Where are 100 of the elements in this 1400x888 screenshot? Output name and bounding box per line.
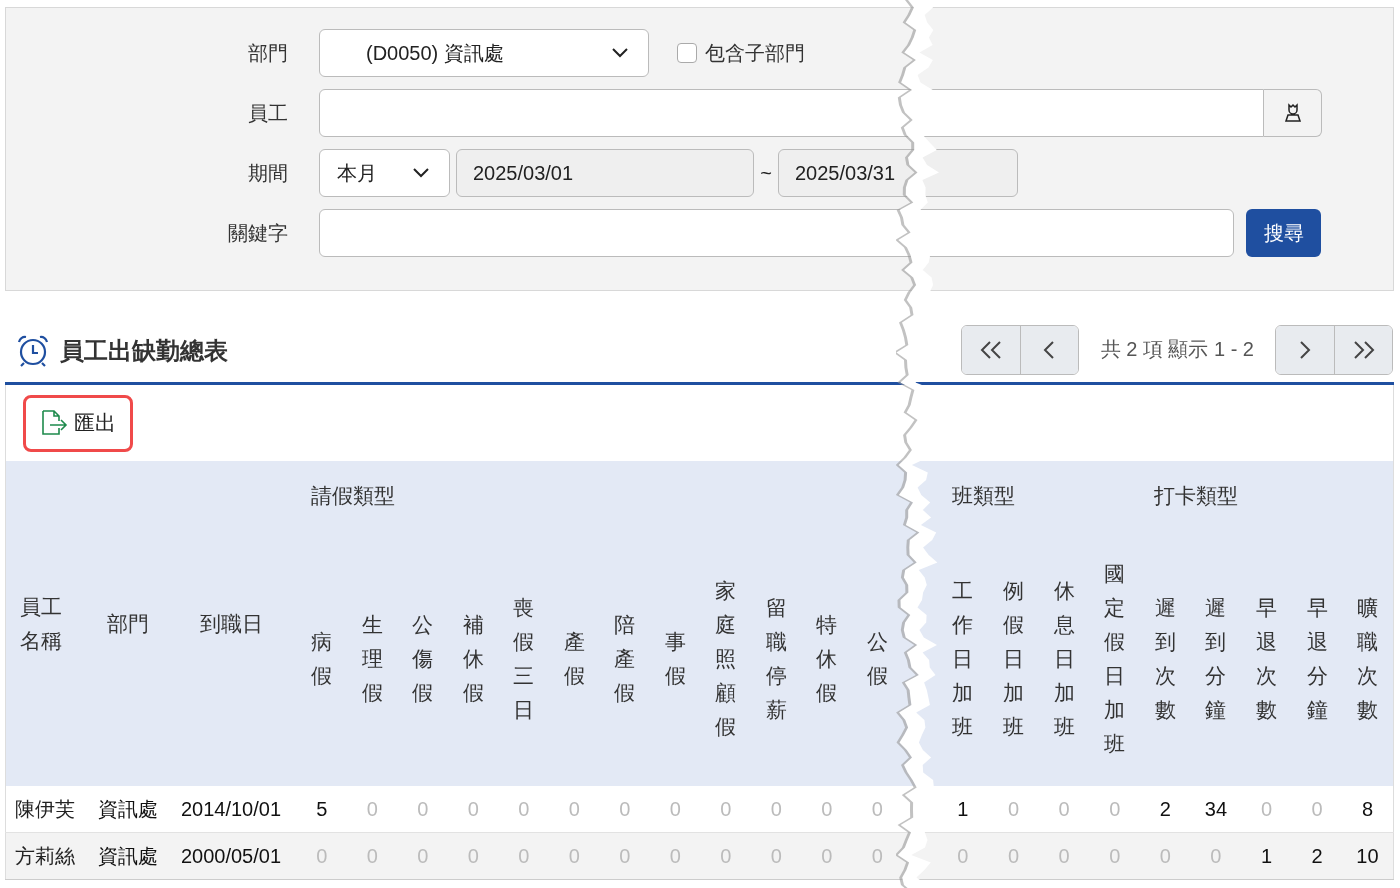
department-cell: 資訊處 [98,797,158,820]
count-cell: 0 [1007,844,1020,867]
department-select[interactable]: (D0050) 資訊處 [319,29,649,77]
period-select[interactable]: 本月 [319,149,450,197]
start-date-field[interactable]: 2025/03/01 [456,149,754,197]
column-header: 公傷假 [412,611,434,706]
column-header: 喪假三日 [513,594,535,723]
column-group-header: 班類型 [951,484,1015,507]
count-cell: 1 [1260,844,1273,867]
column-header: 員工名稱 [20,593,63,654]
count-cell: 1 [957,797,969,820]
double-chevron-right-icon [1352,340,1375,359]
column-header: 陪產假 [614,611,636,706]
count-cell: 0 [366,797,378,820]
alarm-clock-icon [16,333,50,368]
column-header: 公假 [866,628,888,689]
count-cell: 0 [1210,844,1222,867]
column-header: 工作日加班 [952,577,974,740]
count-cell: 0 [821,844,833,867]
count-cell: 0 [1159,844,1171,867]
count-cell: 2 [1159,797,1171,820]
first-page-button[interactable] [961,325,1020,374]
export-button[interactable]: 匯出 [23,394,133,452]
file-export-icon [40,410,68,436]
include-sub-label: 包含子部門 [705,40,805,66]
count-cell: 0 [1058,844,1070,867]
count-cell: 0 [1109,844,1121,867]
count-cell: 0 [871,797,883,820]
column-header: 曠職次數 [1356,594,1378,723]
column-header: 補休假 [462,611,484,706]
count-cell: 0 [518,797,530,820]
last-page-button[interactable] [1334,325,1392,374]
count-cell: 0 [1007,797,1020,820]
chevron-right-icon [1299,340,1311,359]
column-header: 病假 [311,628,333,689]
chevron-down-icon [612,48,628,58]
count-cell: 0 [417,844,429,867]
count-cell: 0 [467,797,479,820]
hire-date-cell: 2014/10/01 [180,797,282,820]
chevron-down-icon [413,168,429,178]
column-header: 部門 [107,611,149,635]
report-title: 員工出缺勤總表 [60,335,228,366]
page-info: 共 2 項 顯示 1 - 2 [1100,337,1254,362]
count-cell: 8 [1361,797,1373,820]
count-cell: 0 [619,797,631,820]
column-header: 特休假 [816,611,838,706]
count-cell: 0 [669,797,681,820]
count-cell: 0 [1058,797,1070,820]
column-header: 到職日 [199,611,263,635]
count-cell: 0 [1109,797,1121,820]
count-cell: 0 [316,844,328,867]
count-cell: 0 [568,844,580,867]
column-header: 休息日加班 [1053,577,1075,740]
department-cell: 資訊處 [98,844,158,867]
count-cell: 0 [417,797,429,820]
include-sub-checkbox[interactable] [677,43,697,63]
count-cell: 2 [1311,844,1323,867]
employee-picker-button[interactable] [1264,89,1322,137]
count-cell: 0 [568,797,580,820]
column-group-header: 打卡類型 [1154,484,1238,507]
column-header: 例假日加班 [1003,577,1024,740]
count-cell: 0 [720,797,732,820]
count-cell: 0 [467,844,479,867]
end-date-field[interactable]: 2025/03/31 [778,149,1018,197]
column-header: 事假 [664,628,686,689]
count-cell: 0 [669,844,681,867]
count-cell: 0 [518,844,530,867]
hire-date-cell: 2000/05/01 [180,844,282,867]
count-cell: 0 [720,844,732,867]
count-cell: 0 [770,797,782,820]
count-cell: 0 [770,844,782,867]
count-cell: 34 [1204,797,1227,820]
count-cell: 5 [316,797,328,820]
search-button[interactable]: 搜尋 [1246,209,1321,257]
keyword-label: 關鍵字 [227,220,288,246]
employee-label: 員工 [247,100,288,126]
count-cell: 10 [1356,844,1379,867]
column-header: 產假 [563,628,585,689]
count-cell: 0 [1260,797,1273,820]
count-cell: 0 [619,844,631,867]
count-cell: 0 [871,844,883,867]
employee-field[interactable] [319,89,1264,137]
column-header: 生理假 [361,611,383,706]
person-icon [1283,103,1302,123]
range-separator: ~ [759,161,773,185]
count-cell: 0 [957,844,969,867]
column-header: 遲到分鐘 [1205,594,1227,723]
period-label: 期間 [247,160,288,186]
column-group-header: 請假類型 [310,484,395,507]
column-header: 留職停薪 [765,594,787,723]
employee-name-cell: 陳伊芙 [15,797,75,820]
count-cell: 0 [366,844,378,867]
employee-name-cell: 方莉絲 [15,844,75,867]
column-header: 家庭照顧假 [715,577,737,740]
column-header: 早退次數 [1256,594,1277,723]
column-header: 國定假日加班 [1104,560,1126,757]
count-cell: 0 [1311,797,1323,820]
keyword-field[interactable] [319,209,1234,257]
department-label: 部門 [247,40,288,66]
column-header: 遲到次數 [1154,594,1176,723]
